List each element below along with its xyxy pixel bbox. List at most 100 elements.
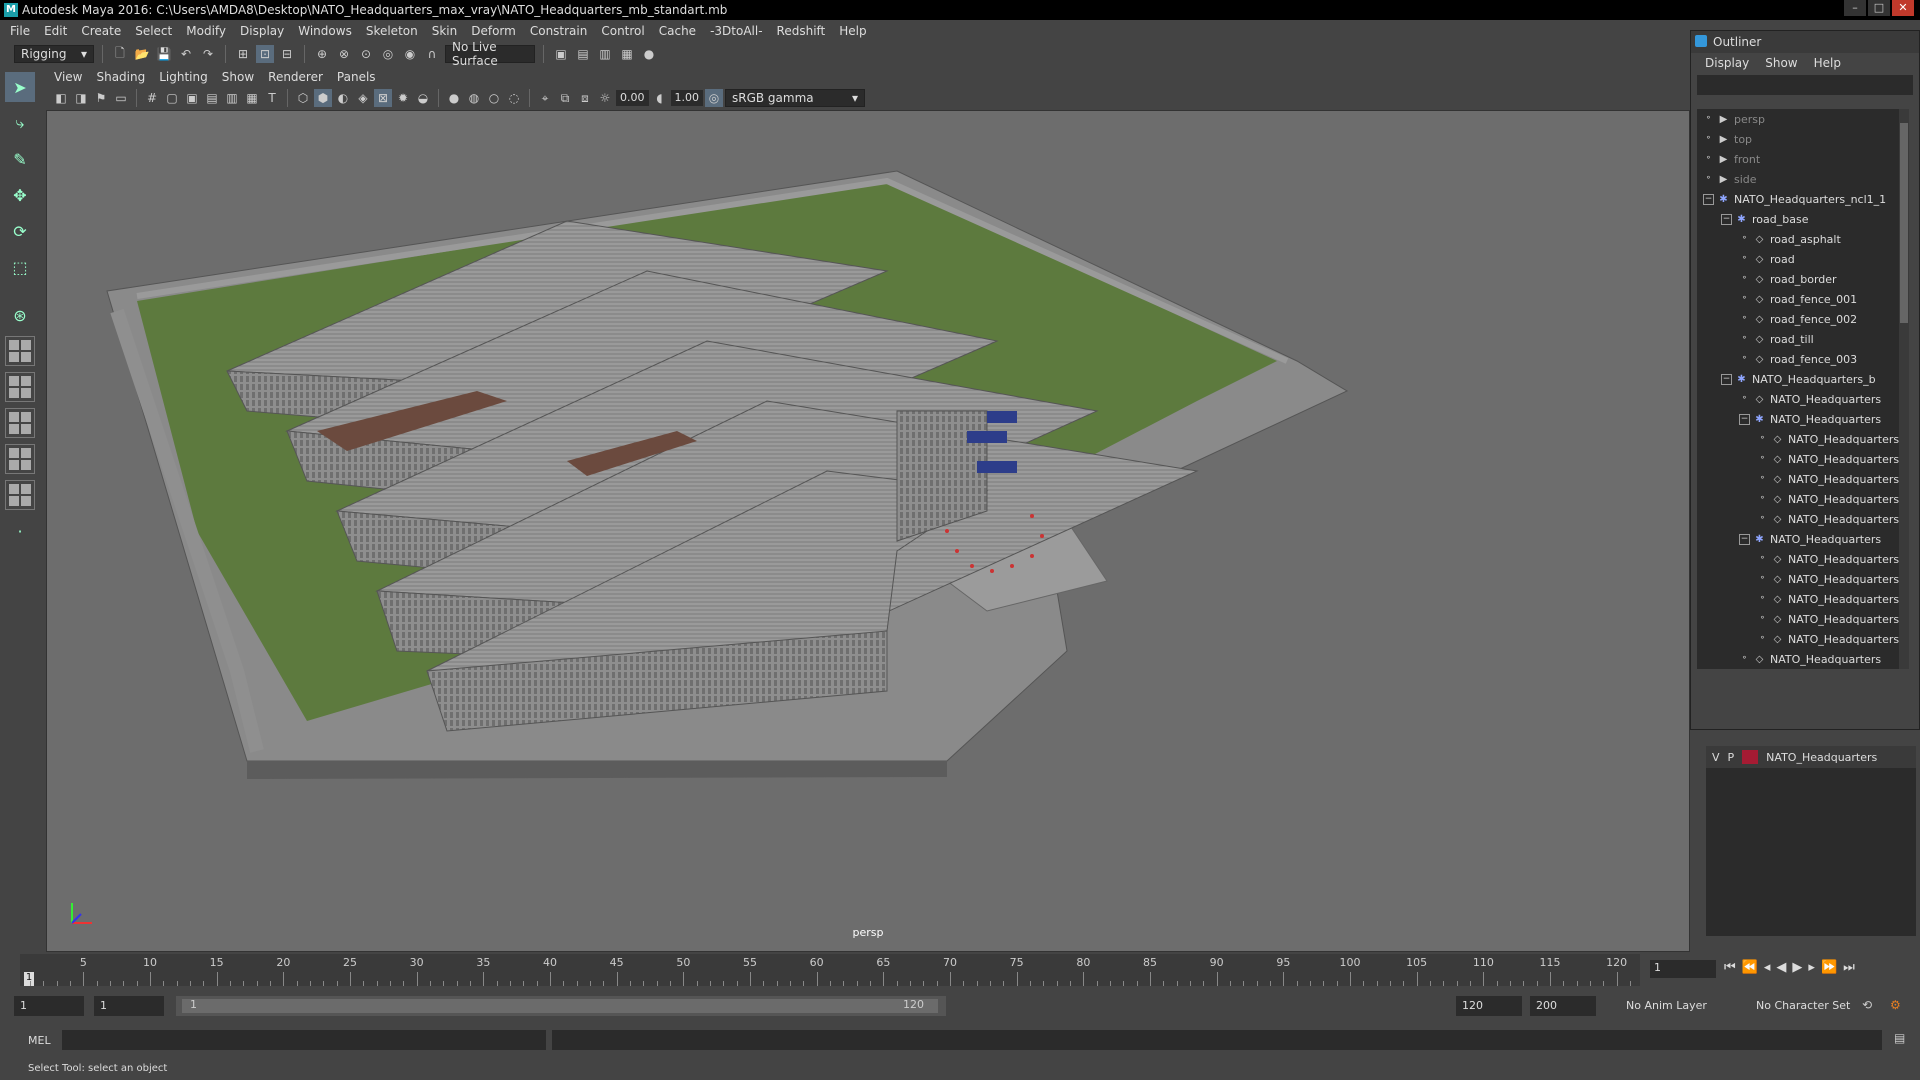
step-back-frame-icon[interactable]: ◂ [1764,960,1771,975]
step-back-key-icon[interactable]: ⏪ [1742,960,1758,975]
outliner-item[interactable]: ∘ ▶ side [1697,169,1909,189]
viewport-menu-view[interactable]: View [54,70,82,84]
field-chart-icon[interactable]: ▥ [223,89,241,107]
snap-point-icon[interactable]: ⊙ [357,45,375,63]
xray-joints-icon[interactable]: ⧉ [556,89,574,107]
ipr-render-icon[interactable]: ▥ [596,45,614,63]
soft-mod-icon[interactable]: ⊛ [5,300,35,330]
menu-redshift[interactable]: Redshift [777,24,826,38]
new-scene-icon[interactable]: 🗋 [111,45,129,63]
expand-toggle-icon[interactable]: − [1721,213,1732,225]
rotate-tool-icon[interactable]: ⟳ [5,216,35,246]
outliner-item[interactable]: ∘ ◇ road_fence_001 [1697,289,1909,309]
lasso-tool-icon[interactable]: ⤷ [5,108,35,138]
gamma-field[interactable]: 1.00 [670,90,703,106]
expand-toggle-icon[interactable]: − [1721,373,1732,385]
outliner-item[interactable]: − ✱ NATO_Headquarters [1697,409,1909,429]
outliner-item[interactable]: ∘ ◇ NATO_Headquarters [1697,449,1909,469]
range-bar[interactable]: 1 120 [176,996,946,1016]
motion-blur-icon[interactable]: ◍ [465,89,483,107]
playback-end-field[interactable]: 120 [1456,996,1522,1016]
layout-side-icon[interactable] [5,372,35,402]
go-to-start-icon[interactable]: ⏮ [1724,960,1736,975]
outliner-item[interactable]: ∘ ◇ road_fence_003 [1697,349,1909,369]
menu-create[interactable]: Create [81,24,121,38]
current-frame-input[interactable]: 1 [1650,960,1716,978]
grid-toggle-icon[interactable]: # [143,89,161,107]
viewport-persp[interactable]: persp [46,110,1690,952]
undo-icon[interactable]: ↶ [177,45,195,63]
viewport-menu-shading[interactable]: Shading [96,70,145,84]
anim-end-field[interactable]: 200 [1530,996,1596,1016]
menuset-dropdown[interactable]: Rigging ▾ [14,45,94,63]
step-forward-frame-icon[interactable]: ▸ [1808,960,1815,975]
outliner-item[interactable]: ∘ ◇ road_border [1697,269,1909,289]
menu-skin[interactable]: Skin [432,24,458,38]
ambient-occlusion-icon[interactable]: ● [445,89,463,107]
safe-title-icon[interactable]: T [263,89,281,107]
safe-action-icon[interactable]: ▦ [243,89,261,107]
outliner-item[interactable]: ∘ ▶ top [1697,129,1909,149]
xray-icon[interactable]: ⊠ [374,89,392,107]
isolate-select-icon[interactable]: ⌖ [536,89,554,107]
outliner-item[interactable]: − ✱ NATO_Headquarters [1697,529,1909,549]
antialias-icon[interactable]: ○ [485,89,503,107]
layout-hypershade-icon[interactable] [5,480,35,510]
snap-curve-icon[interactable]: ⊗ [335,45,353,63]
anim-layer-dropdown[interactable]: No Anim Layer [1620,996,1730,1016]
image-plane-icon[interactable]: ▭ [112,89,130,107]
expand-toggle-icon[interactable]: − [1703,193,1714,205]
shadows-icon[interactable]: ◒ [414,89,432,107]
xray-active-icon[interactable]: ⧈ [576,89,594,107]
outliner-menu-display[interactable]: Display [1705,56,1749,70]
film-gate-icon[interactable]: ▢ [163,89,181,107]
hypershade-icon[interactable]: ● [640,45,658,63]
smooth-shade-icon[interactable]: ⬢ [314,89,332,107]
play-backward-icon[interactable]: ◀ [1776,960,1786,975]
viewport-menu-renderer[interactable]: Renderer [268,70,323,84]
colorspace-dropdown[interactable]: sRGB gamma ▾ [725,89,865,107]
time-ruler[interactable]: 1 5 10 15 20 25 30 35 40 45 50 55 60 65 70 75 80 85 90 95 1… [20,954,1640,986]
outliner-menu-help[interactable]: Help [1814,56,1841,70]
default-material-icon[interactable]: ◐ [334,89,352,107]
auto-key-icon[interactable]: ⟲ [1862,998,1872,1012]
menu-edit[interactable]: Edit [44,24,67,38]
select-object-icon[interactable]: ⊡ [256,45,274,63]
outliner-item[interactable]: ∘ ◇ NATO_Headquarters [1697,649,1909,669]
outliner-item[interactable]: ∘ ◇ NATO_Headquarters [1697,609,1909,629]
select-tool-icon[interactable]: ➤ [5,72,35,102]
layout-graph-icon[interactable] [5,444,35,474]
gate-mask-icon[interactable]: ▤ [203,89,221,107]
more-layouts-icon[interactable]: · [5,516,35,546]
menu-modify[interactable]: Modify [186,24,226,38]
character-set-dropdown[interactable]: No Character Set [1750,996,1870,1016]
anim-prefs-icon[interactable]: ⚙ [1890,998,1901,1012]
layer-playback-toggle[interactable]: P [1728,751,1735,764]
outliner-item[interactable]: ∘ ◇ NATO_Headquarters [1697,389,1909,409]
expand-toggle-icon[interactable]: − [1739,413,1750,425]
wireframe-icon[interactable]: ⬡ [294,89,312,107]
snap-view-icon[interactable]: ◎ [379,45,397,63]
step-forward-key-icon[interactable]: ⏩ [1821,960,1837,975]
outliner-item[interactable]: − ✱ NATO_Headquarters_b [1697,369,1909,389]
exposure-field[interactable]: 0.00 [616,90,649,106]
depth-of-field-icon[interactable]: ◌ [505,89,523,107]
menu-constrain[interactable]: Constrain [530,24,588,38]
outliner-scrollbar[interactable] [1899,109,1909,669]
gamma-icon[interactable]: ◖ [651,89,669,107]
bookmark-icon[interactable]: ⚑ [92,89,110,107]
layer-color-swatch[interactable] [1742,750,1759,764]
menu-cache[interactable]: Cache [659,24,696,38]
menu-windows[interactable]: Windows [298,24,352,38]
live-surface-field[interactable]: No Live Surface [445,40,535,68]
outliner-item[interactable]: ∘ ◇ NATO_Headquarters [1697,569,1909,589]
outliner-item[interactable]: ∘ ◇ road_asphalt [1697,229,1909,249]
close-button[interactable]: ✕ [1892,0,1914,16]
current-frame-marker[interactable]: 1 [24,972,34,986]
go-to-end-icon[interactable]: ⏭ [1843,960,1855,975]
outliner-item[interactable]: ∘ ◇ road_till [1697,329,1909,349]
anim-start-field[interactable]: 1 [14,996,84,1016]
render-frame-icon[interactable]: ▤ [574,45,592,63]
menu-display[interactable]: Display [240,24,284,38]
exposure-icon[interactable]: ☼ [596,89,614,107]
